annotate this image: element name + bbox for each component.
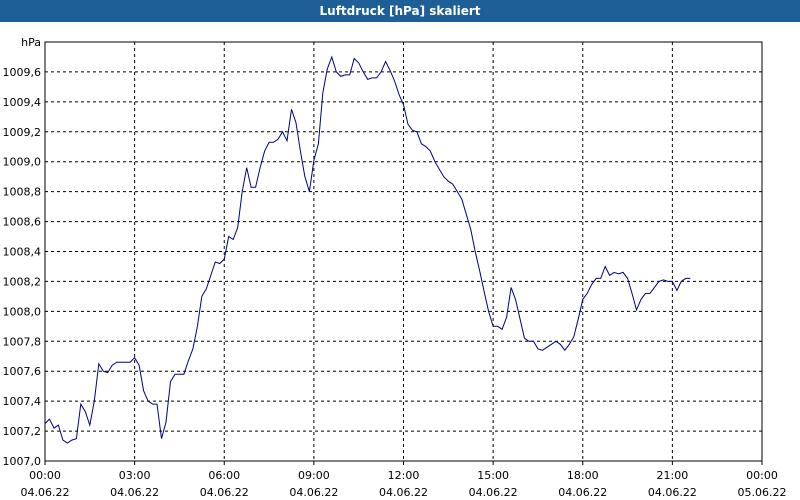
y-tick-label: 1009,4 xyxy=(3,96,42,109)
x-tick-date-label: 04.06.22 xyxy=(289,486,338,499)
x-tick-time-label: 18:00 xyxy=(567,469,599,482)
y-tick-label: 1008,0 xyxy=(3,305,42,318)
y-tick-label: 1009,6 xyxy=(3,66,42,79)
x-tick-time-label: 03:00 xyxy=(119,469,151,482)
x-tick-date-label: 04.06.22 xyxy=(110,486,159,499)
y-tick-label: 1008,8 xyxy=(3,186,42,199)
y-axis-label: hPa xyxy=(21,36,41,49)
x-tick-time-label: 21:00 xyxy=(657,469,689,482)
y-tick-label: 1007,4 xyxy=(3,395,42,408)
line-chart: 1007,0 1007,2 1007,4 1007,6 1007,8 1008,0 1008… xyxy=(3,36,787,499)
y-tick-label: 1008,6 xyxy=(3,216,42,229)
x-tick-time-label: 00:00 xyxy=(746,469,778,482)
y-tick-label: 1009,2 xyxy=(3,126,42,139)
y-tick-label: 1007,8 xyxy=(3,335,42,348)
x-tick-date-label: 04.06.22 xyxy=(200,486,249,499)
x-tick-date-label: 04.06.22 xyxy=(648,486,697,499)
x-tick-time-label: 09:00 xyxy=(298,469,330,482)
x-tick-date-label: 04.06.22 xyxy=(558,486,607,499)
x-tick-date-label: 05.06.22 xyxy=(738,486,787,499)
y-tick-label: 1007,2 xyxy=(3,425,42,438)
x-tick-time-label: 06:00 xyxy=(208,469,240,482)
y-tick-label: 1008,4 xyxy=(3,246,42,259)
x-tick-time-label: 00:00 xyxy=(29,469,61,482)
y-tick-label: 1007,6 xyxy=(3,365,42,378)
y-tick-label: 1009,0 xyxy=(3,156,42,169)
x-tick-date-label: 04.06.22 xyxy=(469,486,518,499)
x-tick-date-label: 04.06.22 xyxy=(21,486,70,499)
chart-window: Luftdruck [hPa] skaliert 1007,0 1007,2 100… xyxy=(0,0,800,500)
y-tick-label: 1008,2 xyxy=(3,275,42,288)
x-tick-time-label: 12:00 xyxy=(388,469,420,482)
x-tick-date-label: 04.06.22 xyxy=(379,486,428,499)
y-tick-label: 1007,0 xyxy=(3,455,42,468)
x-tick-time-label: 15:00 xyxy=(477,469,509,482)
